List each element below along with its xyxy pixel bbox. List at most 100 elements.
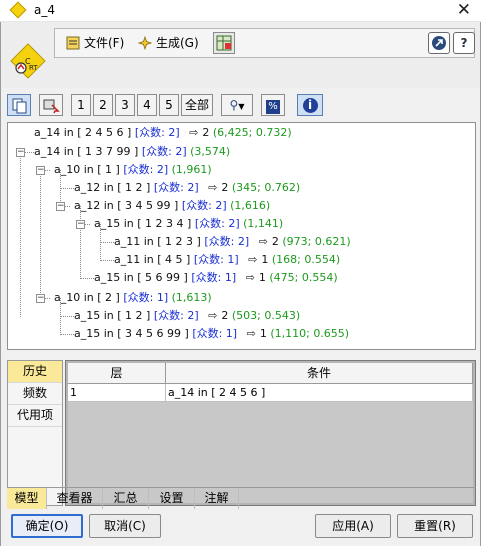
tree-node[interactable]: a_11 in [ 1 2 3 ] [众数: 2] ⇨ 2 (973; 0.621… xyxy=(114,233,351,251)
node-prediction: 2 xyxy=(202,126,210,139)
tree-node[interactable]: a_15 in [ 1 2 ] [众数: 2] ⇨ 2 (503; 0.543) xyxy=(74,307,300,325)
node-condition: a_12 in [ 1 2 ] xyxy=(74,181,151,194)
edit-tool-button[interactable] xyxy=(39,94,63,116)
tree-node[interactable]: a_10 in [ 2 ] [众数: 1] (1,613) xyxy=(54,289,212,307)
node-stats: (1,616) xyxy=(230,199,271,212)
cart-logo-icon: C RT xyxy=(10,43,46,79)
collapse-toggle-icon[interactable]: − xyxy=(76,220,85,229)
table-add-icon xyxy=(216,35,232,51)
collapse-toggle-icon[interactable]: − xyxy=(16,148,25,157)
generate-menu-label: 生成(G) xyxy=(156,36,199,50)
tree-node[interactable]: a_15 in [ 5 6 99 ] [众数: 1] ⇨ 1 (475; 0.55… xyxy=(94,269,338,287)
ok-button[interactable]: 确定(O) xyxy=(11,514,83,538)
tree-node[interactable]: a_15 in [ 3 4 5 6 99 ] [众数: 1] ⇨ 1 (1,110… xyxy=(74,325,349,343)
node-mode: [众数: 1] xyxy=(123,291,169,304)
node-stats: (3,574) xyxy=(190,145,231,158)
copy-pages-icon xyxy=(12,98,27,114)
apply-button[interactable]: 应用(A) xyxy=(315,514,391,538)
tab-viewer[interactable]: 查看器 xyxy=(47,488,103,509)
key-icon: ⚲ xyxy=(229,98,239,112)
info-button[interactable]: i xyxy=(297,94,323,116)
tree-node[interactable]: a_14 in [ 2 4 5 6 ] [众数: 2] ⇨ 2 (6,425; 0… xyxy=(34,124,292,142)
side-tab-history[interactable]: 历史 xyxy=(8,361,62,383)
tree-connector xyxy=(40,170,41,299)
side-tabs: 历史 频数 代用项 xyxy=(7,360,63,506)
node-mode: [众数: 2] xyxy=(141,145,187,158)
node-mode: [众数: 1] xyxy=(192,327,238,340)
close-icon[interactable]: ✕ xyxy=(457,0,471,20)
node-condition: a_10 in [ 2 ] xyxy=(54,291,120,304)
svg-text:RT: RT xyxy=(29,64,38,72)
node-stats: (168; 0.554) xyxy=(271,253,341,266)
arrow-right-icon: ⇨ xyxy=(208,309,218,322)
level-5-button[interactable]: 5 xyxy=(159,94,179,116)
table-tool-button[interactable] xyxy=(213,32,235,54)
node-condition: a_12 in [ 3 4 5 99 ] xyxy=(74,199,179,212)
arrow-right-icon: ⇨ xyxy=(248,253,258,266)
tab-annotation[interactable]: 注解 xyxy=(195,488,239,509)
app-diamond-icon xyxy=(9,1,27,19)
grid-cell-condition[interactable]: a_14 in [ 2 4 5 6 ] xyxy=(166,384,473,402)
tree-node[interactable]: a_15 in [ 1 2 3 4 ] [众数: 2] (1,141) xyxy=(94,215,283,233)
header: C RT 文件(F) 生成(G) ? xyxy=(1,22,480,88)
level-3-button[interactable]: 3 xyxy=(115,94,135,116)
node-stats: (503; 0.543) xyxy=(231,309,301,322)
node-mode: [众数: 2] xyxy=(153,181,199,194)
window-title: a_4 xyxy=(34,3,55,17)
tree-connector xyxy=(100,242,114,243)
node-condition: a_14 in [ 2 4 5 6 ] xyxy=(34,126,132,139)
level-all-button[interactable]: 全部 xyxy=(181,94,213,116)
title-bar: a_4 ✕ xyxy=(0,0,481,22)
node-condition: a_11 in [ 4 5 ] xyxy=(114,253,191,266)
node-prediction: 2 xyxy=(271,235,279,248)
tree-node[interactable]: a_12 in [ 1 2 ] [众数: 2] ⇨ 2 (345; 0.762) xyxy=(74,179,300,197)
side-tab-surrogates[interactable]: 代用项 xyxy=(8,405,62,427)
cancel-button[interactable]: 取消(C) xyxy=(89,514,161,538)
side-tab-frequency[interactable]: 频数 xyxy=(8,383,62,405)
tab-summary[interactable]: 汇总 xyxy=(103,488,149,509)
decision-tree-view[interactable]: − − − − − a_14 in [ 2 4 5 6 ] [众数: 2] ⇨ 2… xyxy=(7,122,476,350)
node-prediction: 1 xyxy=(259,327,267,340)
launch-button[interactable] xyxy=(428,32,450,54)
arrow-right-icon: ⇨ xyxy=(258,235,268,248)
file-menu-label: 文件(F) xyxy=(84,36,125,50)
tree-connector xyxy=(100,260,114,261)
tree-connector xyxy=(60,188,74,189)
history-grid: 层 条件 1 a_14 in [ 2 4 5 6 ] xyxy=(65,360,476,506)
generate-menu-icon xyxy=(138,36,152,50)
node-stats: (475; 0.554) xyxy=(269,271,338,284)
reset-button[interactable]: 重置(R) xyxy=(397,514,473,538)
column-header-condition[interactable]: 条件 xyxy=(166,363,473,384)
info-icon: i xyxy=(302,98,318,113)
generate-menu[interactable]: 生成(G) xyxy=(133,33,204,54)
tree-node[interactable]: a_14 in [ 1 3 7 99 ] [众数: 2] (3,574) xyxy=(34,143,230,161)
collapse-toggle-icon[interactable]: − xyxy=(36,294,45,303)
arrow-right-icon: ⇨ xyxy=(189,126,199,139)
tree-node[interactable]: a_12 in [ 3 4 5 99 ] [众数: 2] (1,616) xyxy=(74,197,270,215)
column-header-level[interactable]: 层 xyxy=(68,363,166,384)
node-stats: (1,961) xyxy=(171,163,212,176)
tree-node[interactable]: a_11 in [ 4 5 ] [众数: 1] ⇨ 1 (168; 0.554) xyxy=(114,251,340,269)
tab-settings[interactable]: 设置 xyxy=(149,488,195,509)
percent-button[interactable]: % xyxy=(261,94,285,116)
file-menu-icon xyxy=(66,36,80,50)
node-condition: a_10 in [ 1 ] xyxy=(54,163,120,176)
tree-connector xyxy=(60,316,74,317)
node-stats: (1,110; 0.655) xyxy=(270,327,350,340)
tree-node[interactable]: a_10 in [ 1 ] [众数: 2] (1,961) xyxy=(54,161,212,179)
node-mode: [众数: 1] xyxy=(193,253,239,266)
collapse-toggle-icon[interactable]: − xyxy=(36,166,45,175)
grid-cell-level[interactable]: 1 xyxy=(68,384,166,402)
collapse-toggle-icon[interactable]: − xyxy=(56,202,65,211)
help-button[interactable]: ? xyxy=(453,32,475,54)
level-1-button[interactable]: 1 xyxy=(71,94,91,116)
launch-arrow-icon xyxy=(432,36,446,50)
tree-view-button[interactable] xyxy=(7,94,31,116)
grid-body: 层 条件 1 a_14 in [ 2 4 5 6 ] xyxy=(68,363,473,503)
key-dropdown-button[interactable]: ⚲▼ xyxy=(221,94,253,116)
level-4-button[interactable]: 4 xyxy=(137,94,157,116)
tab-model[interactable]: 模型 xyxy=(7,488,47,509)
file-menu[interactable]: 文件(F) xyxy=(61,33,129,54)
level-2-button[interactable]: 2 xyxy=(93,94,113,116)
edit-cursor-icon xyxy=(43,99,60,114)
